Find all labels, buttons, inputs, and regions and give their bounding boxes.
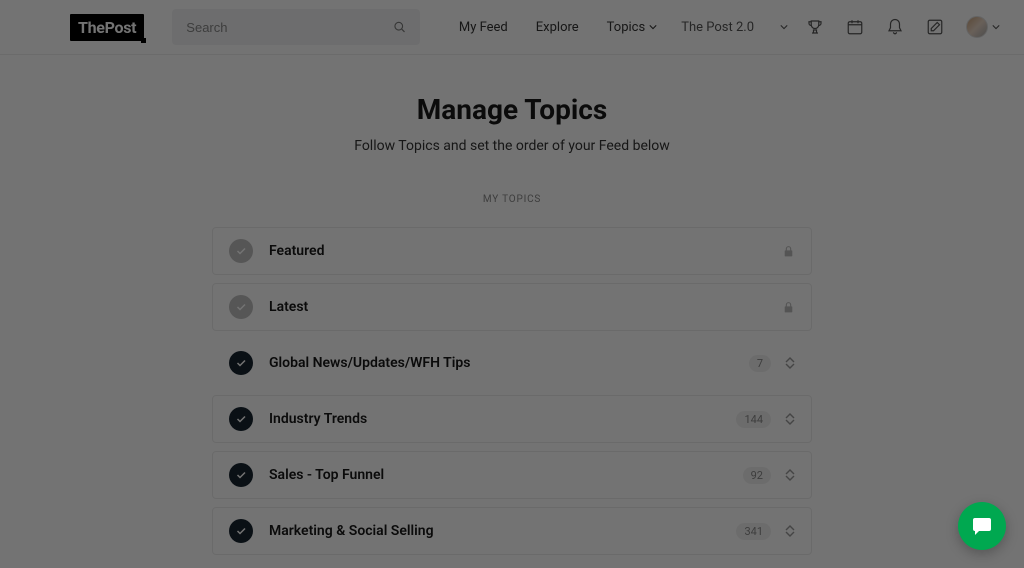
follow-toggle (229, 239, 253, 263)
page-content: Manage Topics Follow Topics and set the … (0, 55, 1024, 555)
nav-topics[interactable]: Topics (607, 20, 658, 35)
caret-down-icon (992, 23, 1000, 31)
follow-toggle[interactable] (229, 519, 253, 543)
topic-row[interactable]: Marketing & Social Selling341 (212, 507, 812, 555)
nav-my-feed[interactable]: My Feed (459, 20, 508, 35)
user-menu[interactable] (966, 16, 1000, 38)
row-end (782, 245, 795, 258)
topic-row[interactable]: Latest (212, 283, 812, 331)
topic-row[interactable]: Global News/Updates/WFH Tips7 (212, 339, 812, 387)
calendar-icon[interactable] (846, 18, 864, 36)
primary-nav: My Feed Explore Topics (459, 20, 657, 35)
search-box[interactable] (172, 9, 420, 45)
lock-icon (782, 301, 795, 314)
workspace-switcher[interactable]: The Post 2.0 (681, 20, 788, 35)
lock-icon (782, 245, 795, 258)
row-end: 144 (736, 411, 795, 428)
chevron-down-icon (785, 363, 795, 369)
topic-row[interactable]: Featured (212, 227, 812, 275)
page-subtitle: Follow Topics and set the order of your … (0, 138, 1024, 154)
topic-row[interactable]: Industry Trends144 (212, 395, 812, 443)
avatar (966, 16, 988, 38)
page-title: Manage Topics (0, 93, 1024, 126)
count-badge: 7 (749, 355, 771, 372)
intercom-launcher[interactable] (958, 502, 1006, 550)
check-icon (235, 245, 247, 257)
drag-handle[interactable] (785, 413, 795, 425)
check-icon (235, 413, 247, 425)
workspace-name: The Post 2.0 (681, 20, 754, 35)
topic-name: Marketing & Social Selling (269, 523, 736, 539)
check-icon (235, 525, 247, 537)
follow-toggle[interactable] (229, 407, 253, 431)
search-input[interactable] (186, 20, 393, 35)
follow-toggle (229, 295, 253, 319)
logo[interactable]: ThePost (70, 14, 144, 41)
nav-topics-label: Topics (607, 20, 646, 35)
bell-icon[interactable] (886, 18, 904, 36)
chevron-down-icon (785, 475, 795, 481)
chevron-down-icon (785, 419, 795, 425)
app-header: ThePost My Feed Explore Topics The Post … (0, 0, 1024, 55)
topic-name: Latest (269, 299, 782, 315)
drag-handle[interactable] (785, 357, 795, 369)
follow-toggle[interactable] (229, 463, 253, 487)
follow-toggle[interactable] (229, 351, 253, 375)
check-icon (235, 469, 247, 481)
topic-name: Sales - Top Funnel (269, 467, 743, 483)
chevron-down-icon (785, 531, 795, 537)
topic-name: Featured (269, 243, 782, 259)
row-end: 92 (743, 467, 795, 484)
count-badge: 92 (743, 467, 771, 484)
check-icon (235, 301, 247, 313)
caret-down-icon (780, 23, 788, 31)
drag-handle[interactable] (785, 525, 795, 537)
topic-row[interactable]: Sales - Top Funnel92 (212, 451, 812, 499)
check-icon (235, 357, 247, 369)
caret-down-icon (649, 23, 657, 31)
count-badge: 144 (736, 411, 771, 428)
header-actions (806, 16, 1000, 38)
search-icon (393, 20, 406, 34)
compose-icon[interactable] (926, 18, 944, 36)
topic-name: Industry Trends (269, 411, 736, 427)
section-label-my-topics: MY TOPICS (0, 194, 1024, 205)
row-end: 341 (736, 523, 795, 540)
trophy-icon[interactable] (806, 18, 824, 36)
drag-handle[interactable] (785, 469, 795, 481)
row-end: 7 (749, 355, 795, 372)
row-end (782, 301, 795, 314)
count-badge: 341 (736, 523, 771, 540)
nav-explore[interactable]: Explore (536, 20, 579, 35)
chat-icon (970, 514, 994, 538)
topic-list: Featured Latest Global News/Updates/WFH Ti… (212, 227, 812, 555)
topic-name: Global News/Updates/WFH Tips (269, 355, 749, 371)
